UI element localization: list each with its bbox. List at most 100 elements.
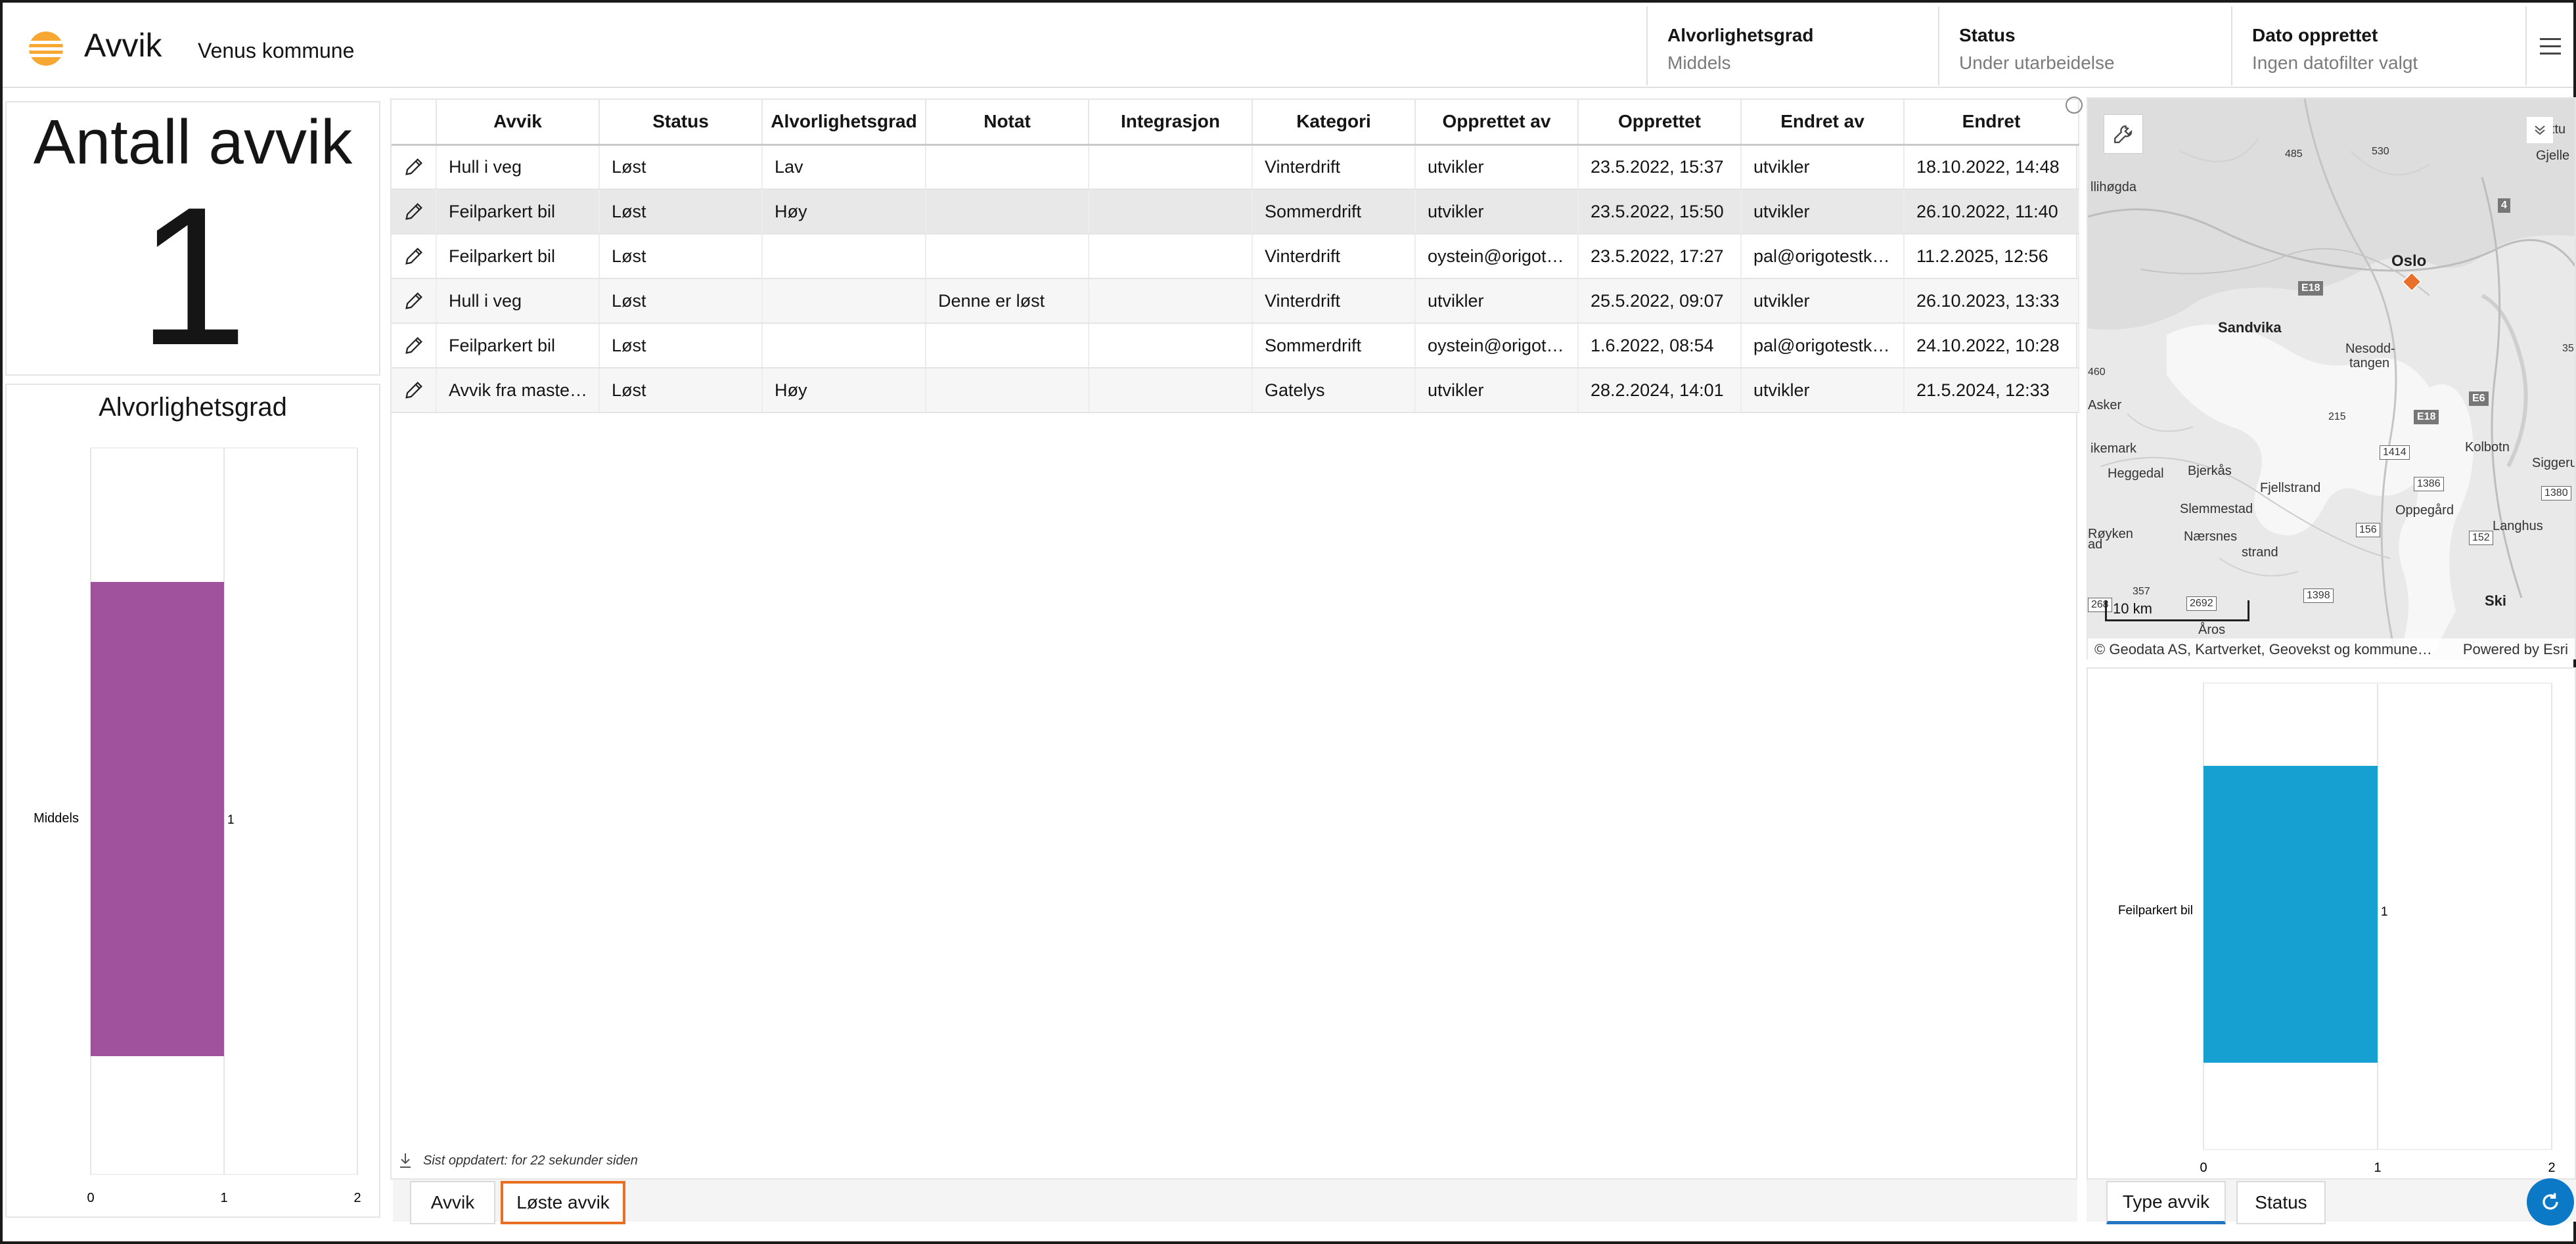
table-header-row: Avvik Status Alvorlighetsgrad Notat Inte… <box>392 100 2079 146</box>
table-cell: pal@origotestk… <box>1741 323 1905 368</box>
column-header[interactable]: Endret av <box>1741 100 1905 146</box>
elevation-label: 215 <box>2328 411 2346 422</box>
tick-label: 2 <box>2548 1161 2555 1175</box>
expand-icon[interactable] <box>2066 97 2083 114</box>
table-cell: Løst <box>599 368 763 413</box>
tab-loste-avvik[interactable]: Løste avvik <box>501 1181 625 1224</box>
column-header[interactable]: Integrasjon <box>1089 100 1253 146</box>
tab-avvik[interactable]: Avvik <box>410 1181 495 1224</box>
table-cell: 1.6.2022, 08:54 <box>1578 323 1742 368</box>
table-cell <box>926 323 1089 368</box>
app-logo-icon <box>29 32 63 66</box>
pencil-edit-icon[interactable] <box>403 245 425 267</box>
table-row[interactable]: Feilparkert bil Løst Vinterdrift oystein@or… <box>392 234 2079 279</box>
table-cell: Feilparkert bil <box>436 323 600 368</box>
map-label: llihøgda <box>2090 180 2137 194</box>
map-label: Asker <box>2088 398 2122 412</box>
map-scale-label: 10 km <box>2113 600 2152 617</box>
column-header[interactable]: Alvorlighetsgrad <box>762 100 926 146</box>
table-cell: utvikler <box>1415 189 1579 234</box>
column-header[interactable]: Opprettet av <box>1415 100 1579 146</box>
tick-label: 1 <box>2374 1161 2381 1175</box>
map-label: Ski <box>2485 592 2507 609</box>
table-cell: 18.10.2022, 14:48 <box>1904 144 2079 190</box>
table-cell <box>1089 323 1253 368</box>
filter-value: Under utarbeidelse <box>1959 53 2115 73</box>
wrench-tool-icon[interactable] <box>2104 114 2143 154</box>
tab-type-avvik[interactable]: Type avvik <box>2106 1181 2226 1224</box>
powered-by-text[interactable]: Powered by Esri <box>2463 641 2568 658</box>
filter-label: Alvorlighetsgrad <box>1667 25 1814 45</box>
filter-status[interactable]: Status Under utarbeidelse <box>1938 7 2231 85</box>
table-row[interactable]: Feilparkert bil Løst Sommerdrift oystein@or… <box>392 323 2079 368</box>
map-label: Gjelle <box>2536 148 2570 163</box>
refresh-icon[interactable] <box>2527 1178 2574 1226</box>
bar-feilparkert-bil[interactable] <box>2203 766 2378 1063</box>
map-attribution: © Geodata AS, Kartverket, Geovekst og ko… <box>2088 638 2575 659</box>
filter-dato-opprettet[interactable]: Dato opprettet Ingen datofilter valgt <box>2231 7 2525 85</box>
pencil-edit-icon[interactable] <box>403 290 425 312</box>
pencil-edit-icon[interactable] <box>403 334 425 357</box>
table-cell <box>1089 144 1253 190</box>
map-view[interactable]: llihøgda Oslo Sandvika Ski Nesodd- tange… <box>2087 97 2576 659</box>
table-cell: Feilparkert bil <box>436 189 600 234</box>
table-row[interactable]: Hull i veg Løst Lav Vinterdrift utvikler 23.5… <box>392 144 2079 190</box>
table-cell <box>926 144 1089 190</box>
bar-middels[interactable] <box>91 582 224 1056</box>
table-cell: Løst <box>599 278 763 324</box>
table-cell: 25.5.2022, 09:07 <box>1578 278 1742 324</box>
table-cell <box>762 234 926 279</box>
tick-label: 2 <box>353 1191 361 1205</box>
table-cell: 23.5.2022, 17:27 <box>1578 234 1742 279</box>
table-cell: 26.10.2022, 11:40 <box>1904 189 2079 234</box>
column-header[interactable]: Kategori <box>1252 100 1416 146</box>
table-cell <box>762 323 926 368</box>
table-cell: Sommerdrift <box>1252 189 1416 234</box>
column-header[interactable]: Status <box>599 100 763 146</box>
pencil-edit-icon[interactable] <box>403 156 425 178</box>
table-cell: Løst <box>599 323 763 368</box>
filter-value: Middels <box>1667 53 1731 73</box>
table-cell: oystein@origot… <box>1415 234 1579 279</box>
column-header[interactable]: Opprettet <box>1578 100 1742 146</box>
table-tabbar <box>393 1180 2077 1222</box>
map-label: Slemmestad <box>2180 502 2253 516</box>
table-cell: 28.2.2024, 14:01 <box>1578 368 1742 413</box>
road-shield: E18 <box>2414 410 2439 424</box>
table-cell: Løst <box>599 234 763 279</box>
table-cell <box>1089 278 1253 324</box>
table-cell: Høy <box>762 368 926 413</box>
chevron-double-down-icon[interactable] <box>2527 117 2553 143</box>
table-row[interactable]: Feilparkert bil Løst Høy Sommerdrift utvikle… <box>392 189 2079 234</box>
column-header[interactable]: Avvik <box>436 100 600 146</box>
map-basemap <box>2088 99 2575 658</box>
column-header[interactable]: Endret <box>1904 100 2079 146</box>
filter-alvorlighetsgrad[interactable]: Alvorlighetsgrad Middels <box>1646 7 1938 85</box>
map-label: Bjerkås <box>2188 464 2232 478</box>
edit-cell <box>392 368 437 413</box>
pencil-edit-icon[interactable] <box>403 200 425 223</box>
table-row[interactable]: Avvik fra maste… Løst Høy Gatelys utvikler 28… <box>392 368 2079 413</box>
table-cell: utvikler <box>1741 368 1905 413</box>
road-shield: 1414 <box>2380 445 2410 460</box>
column-header[interactable]: Notat <box>926 100 1089 146</box>
map-label: Nesodd- <box>2345 342 2395 356</box>
table-cell: utvikler <box>1741 189 1905 234</box>
table-cell: Vinterdrift <box>1252 278 1416 324</box>
table-cell: 21.5.2024, 12:33 <box>1904 368 2079 413</box>
map-label: Heggedal <box>2108 466 2164 481</box>
last-updated-text: Sist oppdatert: for 22 sekunder siden <box>423 1153 638 1168</box>
count-widget: Antall avvik 1 <box>5 101 380 376</box>
edit-cell <box>392 234 437 279</box>
table-cell <box>926 189 1089 234</box>
table-row[interactable]: Hull i veg Løst Denne er løst Vinterdrift ut… <box>392 278 2079 324</box>
hamburger-menu-icon[interactable] <box>2525 7 2573 85</box>
table-cell: oystein@origot… <box>1415 323 1579 368</box>
download-icon[interactable] <box>399 1152 412 1169</box>
filter-label: Dato opprettet <box>2252 25 2378 45</box>
pencil-edit-icon[interactable] <box>403 379 425 401</box>
table-cell: 11.2.2025, 12:56 <box>1904 234 2079 279</box>
edit-cell <box>392 323 437 368</box>
tab-status[interactable]: Status <box>2236 1181 2326 1224</box>
table-cell: 24.10.2022, 10:28 <box>1904 323 2079 368</box>
